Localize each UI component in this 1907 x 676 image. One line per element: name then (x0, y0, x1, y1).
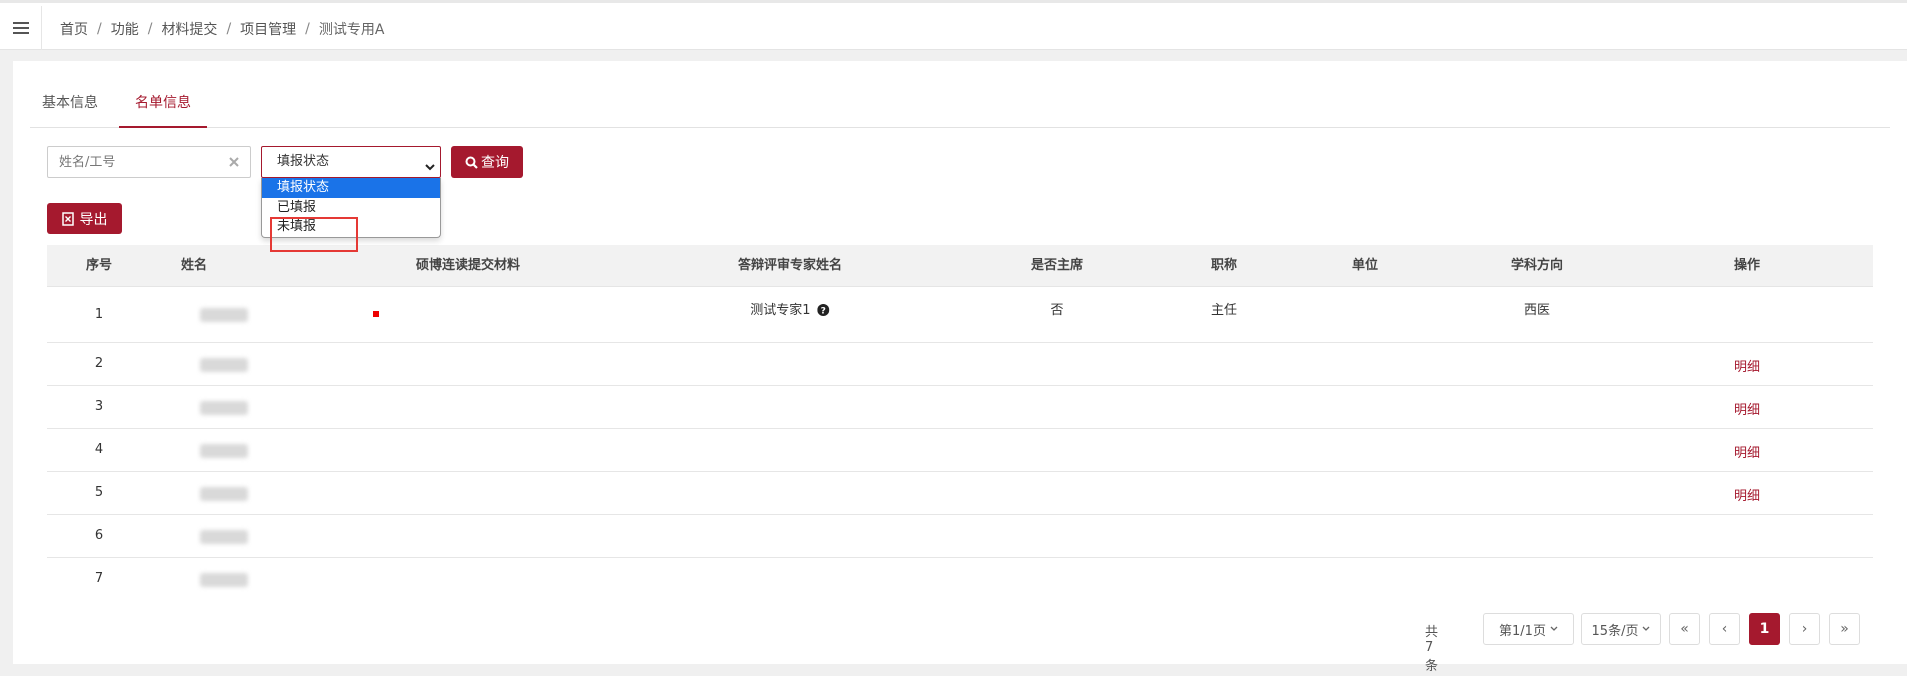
redacted-name (200, 530, 248, 544)
search-input[interactable] (47, 146, 251, 178)
chevron-down-icon (1550, 626, 1558, 631)
row-index: 5 (94, 485, 104, 500)
page-button-current[interactable]: 1 (1749, 613, 1780, 645)
row-index: 3 (94, 399, 104, 414)
page-size-value: 15条/页 (1591, 623, 1639, 639)
breadcrumb-separator: / (147, 21, 153, 37)
table-header: 序号 姓名 硕博连读提交材料 答辩评审专家姓名 是否主席 职称 单位 学科方向 … (47, 245, 1873, 287)
prev-page-button[interactable]: ‹ (1709, 613, 1740, 645)
breadcrumb-item-home[interactable]: 首页 (60, 19, 88, 39)
column-header-action: 操作 (1733, 258, 1761, 273)
first-page-button[interactable]: « (1669, 613, 1700, 645)
status-option-filled[interactable]: 已填报 (262, 198, 440, 218)
redacted-name (200, 487, 248, 501)
breadcrumb: 首页 / 功能 / 材料提交 / 项目管理 / 测试专用A (60, 19, 384, 39)
main-card: 基本信息 名单信息 填报状态 查询 填报状态 已填报 未填报 导出 序号 姓名 … (13, 61, 1907, 674)
column-header-name: 姓名 (180, 258, 208, 273)
breadcrumb-item-material[interactable]: 材料提交 (161, 19, 217, 39)
query-button[interactable]: 查询 (451, 146, 523, 178)
column-header-unit: 单位 (1351, 258, 1379, 273)
status-select-value: 填报状态 (277, 154, 330, 169)
detail-link[interactable]: 明细 (1734, 399, 1760, 418)
help-circle-icon[interactable]: ? (817, 304, 830, 320)
tab-bar: 基本信息 名单信息 (30, 83, 1890, 128)
search-icon (465, 156, 478, 169)
chevron-down-icon (1643, 626, 1650, 631)
expert-name: 测试专家1 (750, 303, 811, 318)
row-index: 4 (94, 442, 104, 457)
svg-text:?: ? (821, 307, 826, 317)
query-button-label: 查询 (481, 155, 509, 171)
row-chair: 否 (1050, 303, 1064, 318)
redacted-name (200, 444, 248, 458)
student-list-table: 序号 姓名 硕博连读提交材料 答辩评审专家姓名 是否主席 职称 单位 学科方向 … (47, 245, 1873, 601)
column-header-index: 序号 (85, 258, 113, 273)
table-row: 6 (47, 515, 1873, 558)
breadcrumb-item-project[interactable]: 项目管理 (240, 19, 296, 39)
status-option-all[interactable]: 填报状态 (262, 178, 440, 198)
row-index: 2 (94, 356, 104, 371)
table-row: 5 明细 (47, 472, 1873, 515)
row-index: 6 (94, 528, 104, 543)
detail-link[interactable]: 明细 (1734, 356, 1760, 375)
detail-link[interactable]: 明细 (1734, 442, 1760, 461)
breadcrumb-separator: / (305, 21, 310, 37)
tab-list-info[interactable]: 名单信息 (119, 83, 207, 128)
marker-dot (373, 311, 379, 317)
row-title: 主任 (1210, 303, 1238, 318)
status-select[interactable]: 填报状态 (261, 146, 441, 178)
total-count: 共7条 (1425, 625, 1439, 674)
column-header-materials: 硕博连读提交材料 (415, 258, 521, 273)
page-select-value: 第1/1页 (1499, 623, 1546, 639)
redacted-name (200, 401, 248, 415)
breadcrumb-item-current: 测试专用A (318, 22, 385, 38)
export-file-icon (61, 211, 74, 226)
page-select[interactable]: 第1/1页 (1483, 613, 1574, 645)
breadcrumb-separator: / (97, 21, 102, 37)
redacted-name (200, 308, 248, 322)
table-row: 2 明细 (47, 343, 1873, 386)
table-row: 4 明细 (47, 429, 1873, 472)
breadcrumb-item-function[interactable]: 功能 (111, 19, 139, 39)
clear-icon[interactable] (225, 153, 243, 171)
status-dropdown-list: 填报状态 已填报 未填报 (261, 178, 441, 238)
row-index: 7 (94, 571, 104, 586)
column-header-direction: 学科方向 (1510, 258, 1564, 273)
table-row: 1 测试专家1 ? 否 主任 西医 (47, 287, 1873, 343)
table-row: 3 明细 (47, 386, 1873, 429)
column-header-title: 职称 (1210, 258, 1238, 273)
status-option-unfilled[interactable]: 未填报 (262, 217, 440, 237)
row-index: 1 (94, 307, 104, 322)
export-button-label: 导出 (79, 211, 108, 228)
tab-basic-info[interactable]: 基本信息 (30, 83, 110, 128)
column-header-chair: 是否主席 (1030, 258, 1084, 273)
next-page-button[interactable]: › (1789, 613, 1820, 645)
column-header-expert: 答辩评审专家姓名 (737, 258, 843, 273)
detail-link[interactable]: 明细 (1734, 485, 1760, 504)
last-page-button[interactable]: » (1829, 613, 1860, 645)
row-expert: 测试专家1 ? (750, 299, 830, 320)
export-button[interactable]: 导出 (47, 203, 122, 234)
row-direction: 西医 (1523, 303, 1551, 318)
redacted-name (200, 358, 248, 372)
top-bar: 首页 / 功能 / 材料提交 / 项目管理 / 测试专用A (0, 0, 1907, 50)
redacted-name (200, 573, 248, 587)
breadcrumb-separator: / (226, 21, 232, 37)
page-size-select[interactable]: 15条/页 (1581, 613, 1661, 645)
menu-icon[interactable] (0, 6, 42, 50)
table-row: 7 (47, 558, 1873, 601)
